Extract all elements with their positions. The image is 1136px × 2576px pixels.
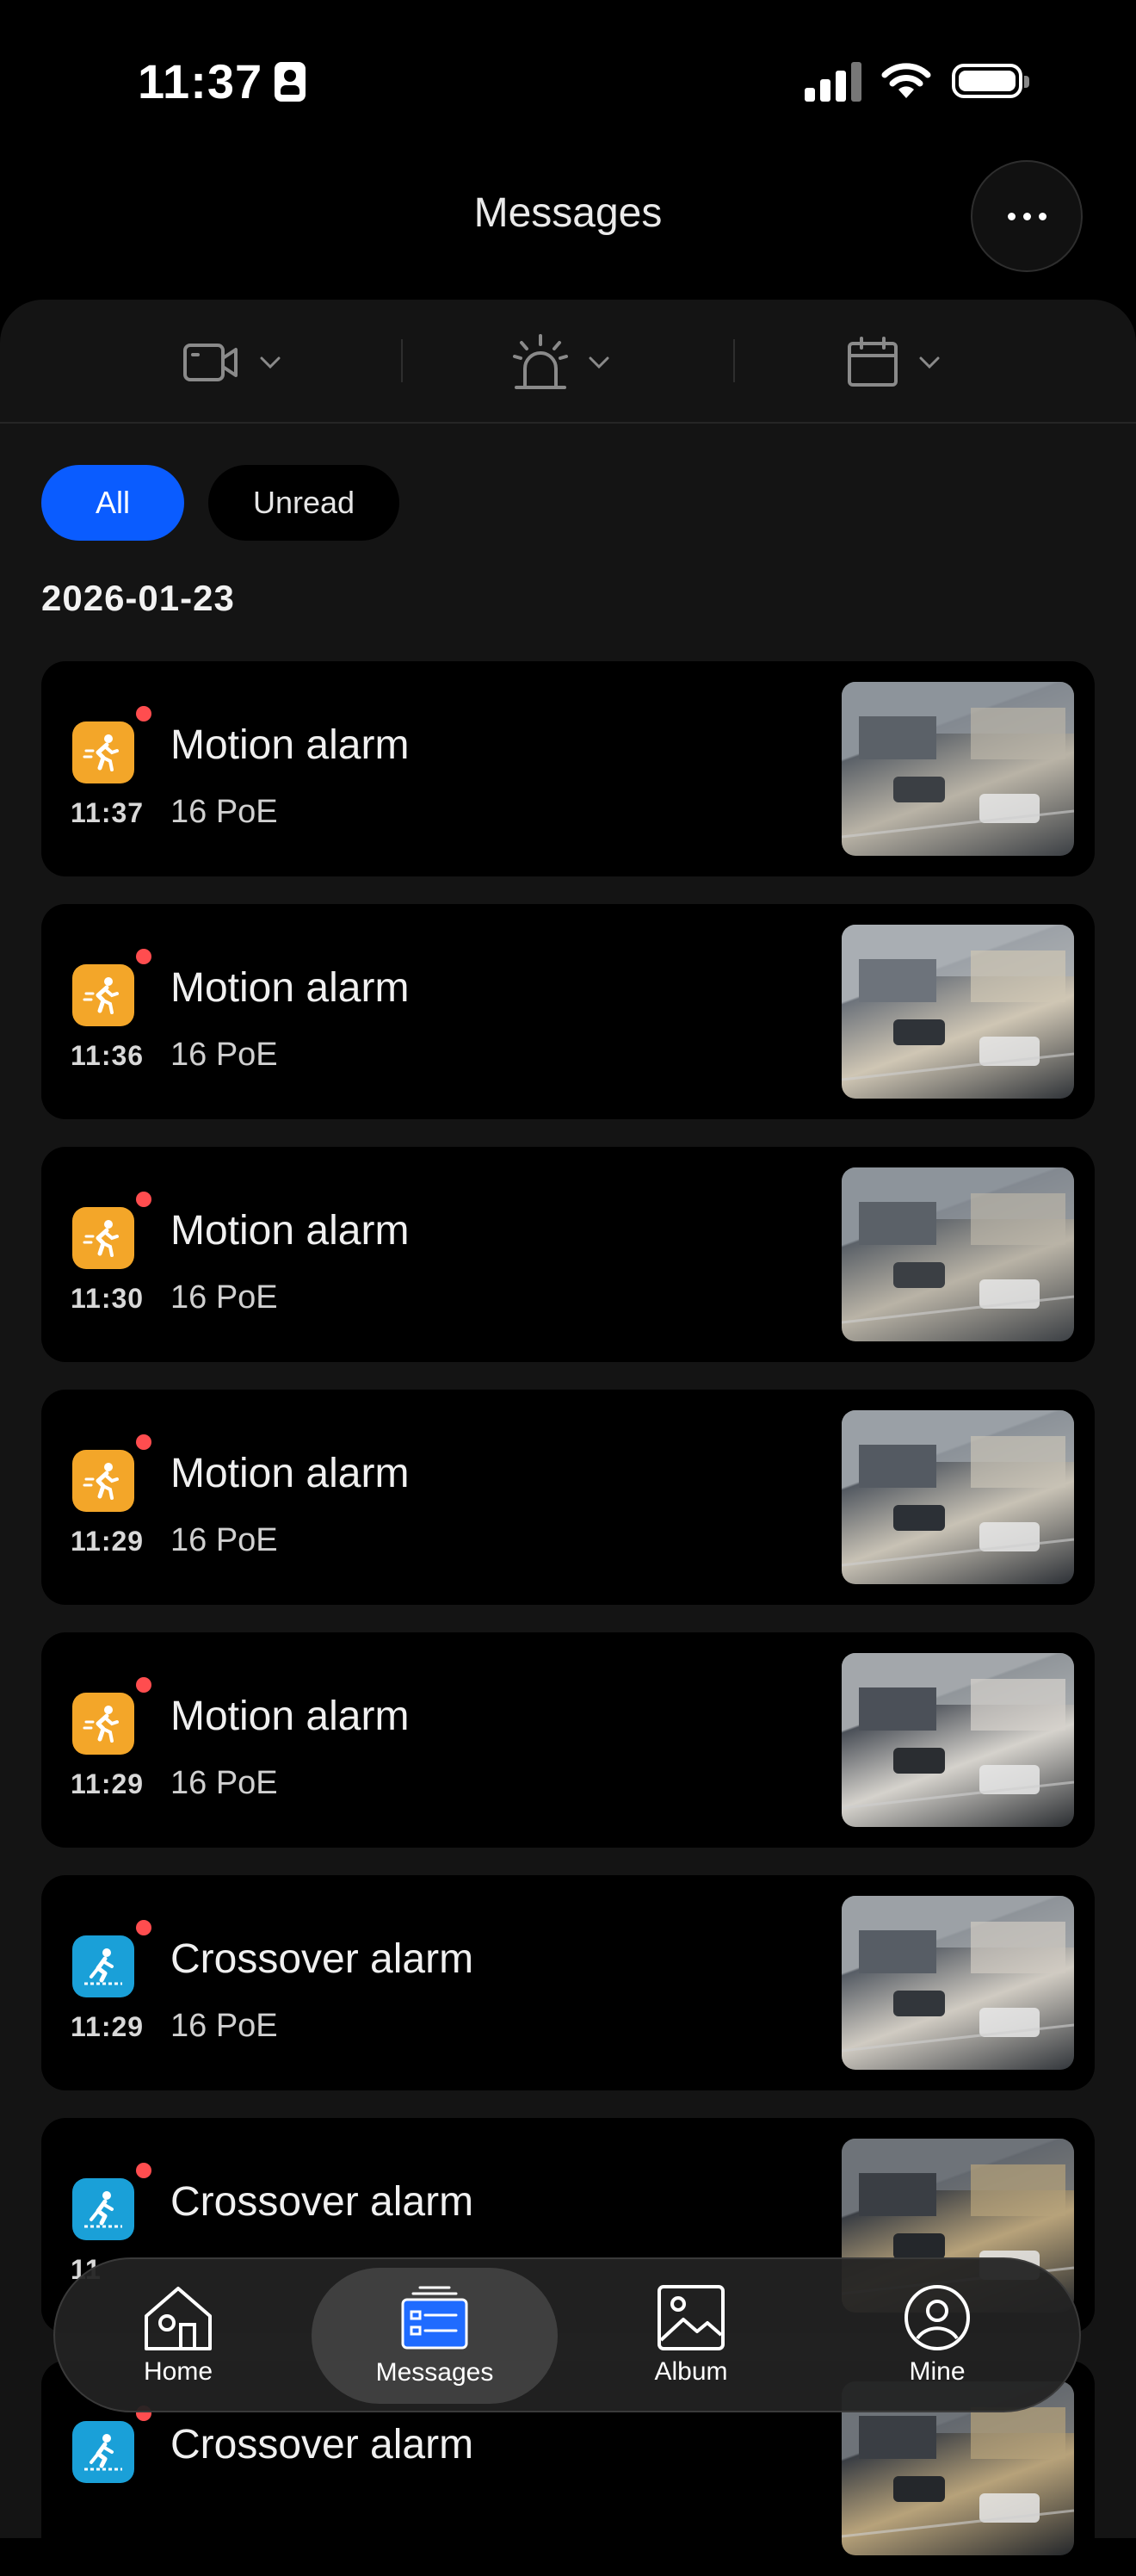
snapshot-thumbnail[interactable] xyxy=(842,925,1074,1099)
motion-alarm-icon xyxy=(72,721,134,783)
date-filter-dropdown[interactable] xyxy=(847,334,940,391)
divider xyxy=(401,339,403,382)
message-title: Crossover alarm xyxy=(170,1936,474,1982)
message-card[interactable]: Motion alarm 11:30 16 PoE xyxy=(41,1147,1095,1362)
wifi-icon xyxy=(881,63,931,98)
camera-filter-dropdown[interactable] xyxy=(182,334,281,391)
message-time: 11:29 xyxy=(71,1768,145,1799)
message-title: Motion alarm xyxy=(170,1694,410,1739)
filter-chip-all[interactable]: All xyxy=(41,465,184,541)
message-device: 16 PoE xyxy=(170,2008,278,2044)
tab-album-label: Album xyxy=(654,2357,728,2386)
message-time: 11:29 xyxy=(71,1526,145,1557)
motion-alarm-icon xyxy=(72,1207,134,1269)
unread-dot xyxy=(136,1677,151,1693)
filter-chip-unread[interactable]: Unread xyxy=(208,465,399,541)
motion-alarm-icon xyxy=(72,1450,134,1512)
tab-mine-label: Mine xyxy=(909,2357,966,2386)
filter-bar xyxy=(0,300,1136,424)
calendar-icon xyxy=(848,337,898,387)
battery-icon xyxy=(952,64,1029,98)
tab-messages[interactable]: Messages xyxy=(312,2268,558,2404)
alarm-type-filter-dropdown[interactable] xyxy=(513,334,609,391)
message-time: 11:37 xyxy=(71,797,145,828)
crossover-alarm-icon xyxy=(72,2178,134,2240)
album-icon xyxy=(658,2285,725,2350)
message-card[interactable]: Motion alarm 11:36 16 PoE xyxy=(41,904,1095,1119)
snapshot-thumbnail[interactable] xyxy=(842,1410,1074,1584)
message-title: Motion alarm xyxy=(170,1451,410,1496)
snapshot-thumbnail[interactable] xyxy=(842,1896,1074,2070)
message-card[interactable]: Motion alarm 11:29 16 PoE xyxy=(41,1632,1095,1848)
tab-album[interactable]: Album xyxy=(568,2259,814,2411)
contact-badge-icon xyxy=(275,61,306,102)
tab-mine[interactable]: Mine xyxy=(814,2259,1060,2411)
unread-dot xyxy=(136,1920,151,1935)
snapshot-thumbnail[interactable] xyxy=(842,1167,1074,1341)
message-time: 11:36 xyxy=(71,1040,145,1071)
message-card[interactable]: Crossover alarm 11:29 16 PoE xyxy=(41,1875,1095,2090)
home-icon xyxy=(145,2287,212,2350)
profile-icon xyxy=(904,2285,970,2350)
tab-home[interactable]: Home xyxy=(55,2259,301,2411)
message-device: 16 PoE xyxy=(170,1279,278,1316)
message-title: Motion alarm xyxy=(170,722,410,768)
crossover-alarm-icon xyxy=(72,1935,134,1997)
messages-icon xyxy=(401,2286,468,2350)
message-device: 16 PoE xyxy=(170,1522,278,1558)
unread-dot xyxy=(136,2163,151,2178)
more-dots-icon xyxy=(1007,212,1016,220)
chevron-down-icon xyxy=(589,356,609,368)
crossover-alarm-icon xyxy=(72,2421,134,2483)
more-options-button[interactable] xyxy=(971,160,1083,272)
message-device: 16 PoE xyxy=(170,1037,278,1073)
divider xyxy=(733,339,735,382)
date-header: 2026-01-23 xyxy=(41,578,235,618)
snapshot-thumbnail[interactable] xyxy=(842,682,1074,856)
tab-home-label: Home xyxy=(143,2357,213,2386)
cellular-signal-icon xyxy=(805,60,861,102)
tab-messages-label: Messages xyxy=(375,2358,494,2387)
message-title: Crossover alarm xyxy=(170,2422,474,2468)
message-time: 11:29 xyxy=(71,2011,145,2042)
message-device: 16 PoE xyxy=(170,1765,278,1801)
message-title: Crossover alarm xyxy=(170,2179,474,2225)
message-card[interactable]: Motion alarm 11:37 16 PoE xyxy=(41,661,1095,876)
page-title: Messages xyxy=(473,190,663,236)
unread-dot xyxy=(136,1434,151,1450)
chevron-down-icon xyxy=(260,356,281,368)
message-time: 11:30 xyxy=(71,1283,145,1314)
motion-alarm-icon xyxy=(72,964,134,1026)
unread-dot xyxy=(136,706,151,721)
status-bar: 11:37 xyxy=(0,0,1136,164)
message-card[interactable]: Motion alarm 11:29 16 PoE xyxy=(41,1390,1095,1605)
camera-icon xyxy=(183,344,238,381)
message-device: 16 PoE xyxy=(170,794,278,830)
message-title: Motion alarm xyxy=(170,1208,410,1254)
alarm-siren-icon xyxy=(513,334,568,389)
message-title: Motion alarm xyxy=(170,965,410,1011)
status-time-text: 11:37 xyxy=(138,54,263,108)
bottom-tab-bar: Home Messages Album Mine xyxy=(53,2257,1081,2412)
motion-alarm-icon xyxy=(72,1693,134,1755)
unread-dot xyxy=(136,949,151,964)
status-time: 11:37 xyxy=(138,53,306,109)
chevron-down-icon xyxy=(919,356,940,368)
snapshot-thumbnail[interactable] xyxy=(842,1653,1074,1827)
unread-dot xyxy=(136,1192,151,1207)
